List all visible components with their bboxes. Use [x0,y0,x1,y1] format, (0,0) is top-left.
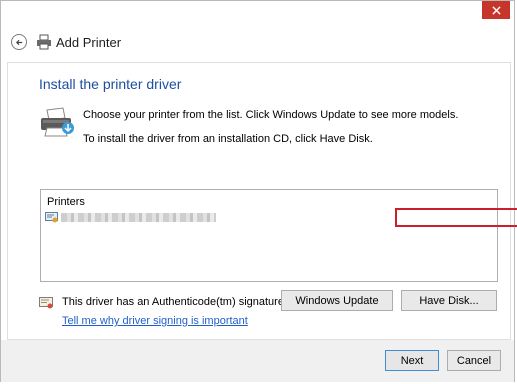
printer-icon [36,34,52,50]
close-icon [491,5,501,15]
page-heading: Install the printer driver [39,76,182,92]
printer-install-icon [39,106,75,138]
printers-column-header[interactable]: Printers [47,196,85,208]
driver-signing-link[interactable]: Tell me why driver signing is important [62,315,248,327]
list-item[interactable] [45,210,216,224]
signature-certificate-icon [39,297,53,309]
window-title: Add Printer [56,34,122,50]
wizard-content: Install the printer driver Choose your p… [7,62,511,340]
title-bar: Add Printer [11,31,121,53]
close-button[interactable] [482,1,510,19]
have-disk-button[interactable]: Have Disk... [401,290,497,311]
next-button[interactable]: Next [385,350,439,371]
add-printer-window: Add Printer Install the printer driver C… [0,0,515,382]
wizard-footer: Next Cancel [1,340,514,382]
certified-driver-icon [45,211,58,222]
printers-listbox[interactable]: Printers [40,189,498,282]
install-cd-text: To install the driver from an installati… [83,133,373,145]
blurred-printer-name [61,212,216,222]
cancel-button[interactable]: Cancel [447,350,501,371]
signature-text: This driver has an Authenticode(tm) sign… [62,296,288,308]
windows-update-button[interactable]: Windows Update [281,290,393,311]
back-arrow-icon [15,39,22,45]
back-button[interactable] [11,34,27,50]
red-highlight-annotation [395,208,517,227]
instruction-text: Choose your printer from the list. Click… [83,109,459,121]
